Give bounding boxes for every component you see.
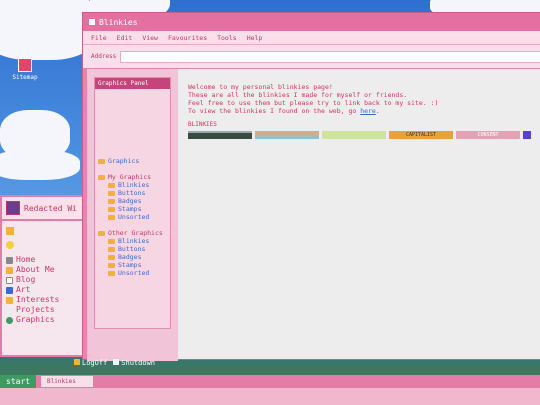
avatar-icon: [6, 201, 20, 215]
folder-icon: [108, 190, 115, 196]
shutdown-button[interactable]: Shutdown: [113, 359, 155, 367]
logoff-button[interactable]: LogOff: [74, 359, 107, 367]
folder-icon: [108, 206, 115, 212]
address-bar: Address: [83, 44, 540, 68]
blinkies-window: Blinkies File Edit View Favourites Tools…: [82, 12, 540, 361]
menu-help[interactable]: Help: [247, 34, 263, 42]
here-link[interactable]: here: [360, 107, 376, 115]
tree-graphics[interactable]: Graphics: [98, 157, 170, 165]
sidebar-link-about[interactable]: About Me: [6, 265, 78, 275]
left-pane: Graphics Panel Graphics My Graphics Blin…: [87, 69, 178, 361]
window-icon: [89, 19, 95, 25]
key-icon: [74, 359, 80, 365]
intro-line-1: Welcome to my personal blinkies page!: [188, 83, 333, 91]
start-button[interactable]: start: [0, 375, 36, 388]
blinkies-strip: CAPITALIST CONSENT: [188, 131, 531, 139]
window-content: Graphics Panel Graphics My Graphics Blin…: [87, 69, 540, 361]
blinky-2[interactable]: [255, 131, 319, 139]
window-titlebar[interactable]: Blinkies: [83, 13, 540, 31]
tree-my-graphics[interactable]: My Graphics: [98, 173, 170, 181]
cloud: [0, 150, 80, 180]
graphics-panel: Graphics Panel Graphics My Graphics Blin…: [94, 77, 171, 329]
tree-other-graphics[interactable]: Other Graphics: [98, 229, 170, 237]
sidebar-link-art[interactable]: Art: [6, 285, 78, 295]
folder-tree: Graphics My Graphics Blinkies Buttons Ba…: [95, 89, 170, 277]
sidebar-link-graphics[interactable]: Graphics: [6, 315, 78, 325]
sidebar-title: Redacted Wi: [24, 203, 77, 213]
window-title: Blinkies: [99, 17, 138, 27]
folder-icon: [108, 254, 115, 260]
main-content: Welcome to my personal blinkies page! Th…: [178, 69, 540, 359]
folder-icon: [108, 246, 115, 252]
blinky-capitalist[interactable]: CAPITALIST: [389, 131, 453, 139]
sidebar-link-blog[interactable]: Blog: [6, 275, 78, 285]
monitor-icon: [6, 286, 13, 294]
star-icon: [6, 296, 13, 304]
menu-edit[interactable]: Edit: [117, 34, 133, 42]
sitemap-desktop-icon[interactable]: Sitemap: [8, 58, 42, 81]
globe-icon: [6, 316, 13, 324]
intro-line-2: These are all the blinkies I made for my…: [188, 91, 408, 99]
session-controls: LogOff Shutdown: [74, 359, 155, 367]
menu-tools[interactable]: Tools: [217, 34, 237, 42]
menu-file[interactable]: File: [91, 34, 107, 42]
folder-icon: [98, 158, 105, 164]
tree-my-badges[interactable]: Badges: [98, 197, 170, 205]
tree-other-badges[interactable]: Badges: [98, 253, 170, 261]
sitemap-icon: [18, 58, 32, 72]
intro-line-4: To view the blinkies I found on the web,…: [188, 107, 380, 115]
panel-title: Graphics Panel: [95, 78, 170, 89]
menubar: File Edit View Favourites Tools Help: [83, 31, 540, 44]
folder-icon: [98, 230, 105, 236]
tree-other-blinkies[interactable]: Blinkies: [98, 237, 170, 245]
blinky-6[interactable]: [523, 131, 531, 139]
smiley-icon[interactable]: [6, 241, 14, 249]
menu-favourites[interactable]: Favourites: [168, 34, 207, 42]
tree-my-unsorted[interactable]: Unsorted: [98, 213, 170, 221]
tree-my-blinkies[interactable]: Blinkies: [98, 181, 170, 189]
folder-icon: [108, 262, 115, 268]
sidebar-link-projects[interactable]: Projects: [6, 305, 78, 315]
sidebar-window: Redacted Wi Home About Me Blog Art Inter…: [0, 195, 84, 357]
folder-icon: [108, 270, 115, 276]
menu-view[interactable]: View: [142, 34, 158, 42]
person-icon: [6, 266, 13, 274]
blinkies-heading: BLINKIES: [188, 121, 217, 128]
taskbar-item-blinkies[interactable]: Blinkies: [41, 376, 93, 387]
folder-icon: [108, 198, 115, 204]
notepad-icon: [6, 276, 13, 284]
address-input[interactable]: [120, 50, 540, 63]
home-icon: [6, 256, 13, 264]
tree-other-stamps[interactable]: Stamps: [98, 261, 170, 269]
folder-icon: [98, 174, 105, 180]
folder-icon: [108, 182, 115, 188]
taskbar: start Blinkies: [0, 375, 540, 405]
folder-icon: [108, 238, 115, 244]
sidebar-link-interests[interactable]: Interests: [6, 295, 78, 305]
sidebar-links: Home About Me Blog Art Interests Project…: [2, 221, 82, 331]
sidebar-titlebar: Redacted Wi: [2, 197, 82, 221]
blank-icon: [6, 306, 13, 314]
tree-my-stamps[interactable]: Stamps: [98, 205, 170, 213]
tree-my-buttons[interactable]: Buttons: [98, 189, 170, 197]
intro-line-3: Feel free to use them but please try to …: [188, 99, 439, 107]
sidebar-link-home[interactable]: Home: [6, 255, 78, 265]
sitemap-label: Sitemap: [12, 74, 38, 81]
blinky-1[interactable]: [188, 131, 252, 139]
address-label: Address: [91, 53, 117, 60]
taskbar-strip: start Blinkies: [0, 375, 540, 388]
blinky-3[interactable]: [322, 131, 386, 139]
power-icon: [113, 359, 120, 365]
house-icon[interactable]: [6, 227, 14, 235]
blinky-consent[interactable]: CONSENT: [456, 131, 520, 139]
folder-icon: [108, 214, 115, 220]
tree-other-buttons[interactable]: Buttons: [98, 245, 170, 253]
tree-other-unsorted[interactable]: Unsorted: [98, 269, 170, 277]
